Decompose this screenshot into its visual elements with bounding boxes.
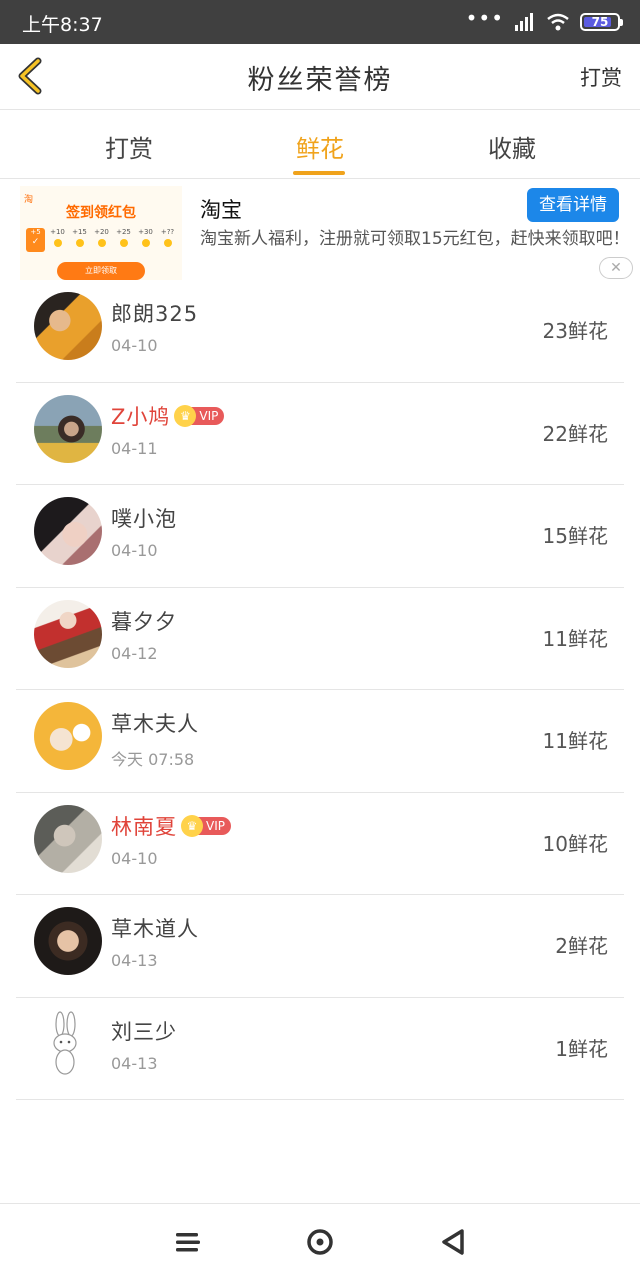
fan-date: 04-10: [111, 541, 158, 560]
coin-icon: [75, 239, 84, 247]
fan-date: 04-10: [111, 848, 158, 868]
fan-name: 草木夫人: [111, 712, 199, 736]
ad-description: 淘宝新人福利，注册就可领取15元红包，赶快来领取吧！: [200, 229, 630, 249]
avatar: [34, 702, 102, 770]
fan-name: Z小鸠: [111, 404, 171, 429]
flower-count: 2鲜花: [555, 934, 608, 958]
avatar: [34, 907, 102, 975]
crown-icon: ♛: [181, 814, 203, 837]
ad-day: +15: [70, 228, 89, 252]
ad-day: +??: [158, 228, 177, 252]
battery-icon: 75: [580, 13, 623, 31]
avatar: [34, 804, 102, 873]
menu-icon[interactable]: [172, 1226, 204, 1258]
coin-icon: [141, 239, 150, 247]
close-icon: ✕: [610, 260, 622, 276]
avatar: [34, 1009, 102, 1078]
fan-name: 郎朗325: [111, 302, 199, 326]
ad-checkin-days: +5 ✓ +10 +15 +20 +25 +30 +??: [26, 228, 177, 252]
ad-day: +10: [48, 228, 67, 252]
flower-count: 1鲜花: [555, 1036, 608, 1061]
ad-detail-button[interactable]: 查看详情: [527, 188, 619, 222]
flower-count: 23鲜花: [542, 319, 608, 343]
fan-date: 04-12: [111, 643, 158, 663]
list-item[interactable]: 噗小泡 04-10 15鲜花: [0, 485, 640, 588]
ad-banner[interactable]: 淘 签到领红包 +5 ✓ +10 +15 +20 +25 +30 +?? 立即领取…: [0, 180, 640, 280]
avatar: [34, 599, 102, 668]
ad-day: +25: [114, 228, 133, 252]
ad-day: +20: [92, 228, 111, 252]
fan-name: 林南夏: [111, 814, 177, 839]
crown-icon: ♛: [174, 404, 197, 427]
fan-date: 04-13: [111, 1053, 158, 1073]
ad-image[interactable]: 淘 签到领红包 +5 ✓ +10 +15 +20 +25 +30 +?? 立即领取: [20, 186, 182, 280]
list-item[interactable]: 草木夫人 今天 07:58 11鲜花: [0, 690, 640, 793]
signal-icon: [515, 13, 533, 31]
list-item[interactable]: 暮夕夕 04-12 11鲜花: [0, 588, 640, 691]
fan-name: 草木道人: [111, 917, 199, 941]
avatar: [34, 292, 102, 360]
fan-name: 刘三少: [111, 1019, 177, 1044]
avatar: [34, 497, 102, 565]
vip-badge: ♛ VIP: [174, 404, 225, 427]
tab-reward[interactable]: 打赏: [74, 129, 184, 164]
fan-date: 04-13: [111, 951, 158, 970]
ad-close-button[interactable]: ✕: [599, 257, 633, 279]
flower-count: 11鲜花: [542, 729, 608, 753]
avatar: [34, 394, 102, 463]
coin-icon: [53, 239, 62, 247]
tab-bar: 打赏 鲜花 收藏: [0, 111, 640, 179]
fan-date: 今天 07:58: [111, 750, 195, 769]
active-tab-indicator: [293, 171, 345, 175]
tab-flowers[interactable]: 鲜花: [265, 129, 375, 164]
ad-image-title: 签到领红包: [66, 205, 136, 221]
home-circle-icon[interactable]: [304, 1226, 336, 1258]
coin-icon: [119, 239, 128, 247]
ad-day: +5 ✓: [26, 228, 45, 252]
fan-name: 暮夕夕: [111, 609, 177, 634]
ad-brand: 淘宝: [200, 198, 242, 222]
tab-collect[interactable]: 收藏: [457, 129, 567, 164]
back-triangle-icon[interactable]: [438, 1226, 470, 1258]
status-icons: ••• 75: [465, 6, 623, 35]
fan-date: 04-11: [111, 438, 158, 458]
rabbit-icon: [53, 1010, 77, 1075]
page-title: 粉丝荣誉榜: [247, 65, 393, 96]
flower-count: 22鲜花: [542, 421, 608, 446]
wifi-icon: [547, 13, 569, 31]
ad-claim-button: 立即领取: [57, 262, 145, 280]
vip-badge: ♛ VIP: [181, 814, 231, 837]
list-item[interactable]: 郎朗325 04-10 23鲜花: [0, 280, 640, 383]
flower-count: 11鲜花: [542, 626, 608, 651]
app-header: 粉丝荣誉榜 打赏: [0, 44, 640, 110]
system-nav-bar: [0, 1203, 640, 1280]
coin-icon: [97, 239, 106, 247]
more-dots-icon: •••: [465, 6, 504, 30]
fans-list: 郎朗325 04-10 23鲜花 Z小鸠 ♛ VIP 04-11 22鲜花 噗小…: [0, 280, 640, 1100]
status-bar: 上午8:37 ••• 75: [0, 0, 640, 44]
fan-name: 噗小泡: [111, 507, 177, 531]
check-icon: ✓: [31, 237, 40, 247]
list-item[interactable]: 刘三少 04-13 1鲜花: [0, 998, 640, 1101]
flower-count: 10鲜花: [542, 831, 608, 856]
status-time: 上午8:37: [22, 14, 103, 36]
coin-icon: [163, 239, 172, 247]
list-item[interactable]: 草木道人 04-13 2鲜花: [0, 895, 640, 998]
reward-button[interactable]: 打赏: [580, 62, 622, 92]
list-item[interactable]: 林南夏 ♛ VIP 04-10 10鲜花: [0, 793, 640, 896]
ad-day: +30: [136, 228, 155, 252]
list-item[interactable]: Z小鸠 ♛ VIP 04-11 22鲜花: [0, 383, 640, 486]
flower-count: 15鲜花: [542, 524, 608, 548]
fan-date: 04-10: [111, 336, 158, 355]
battery-level: 75: [591, 15, 609, 29]
